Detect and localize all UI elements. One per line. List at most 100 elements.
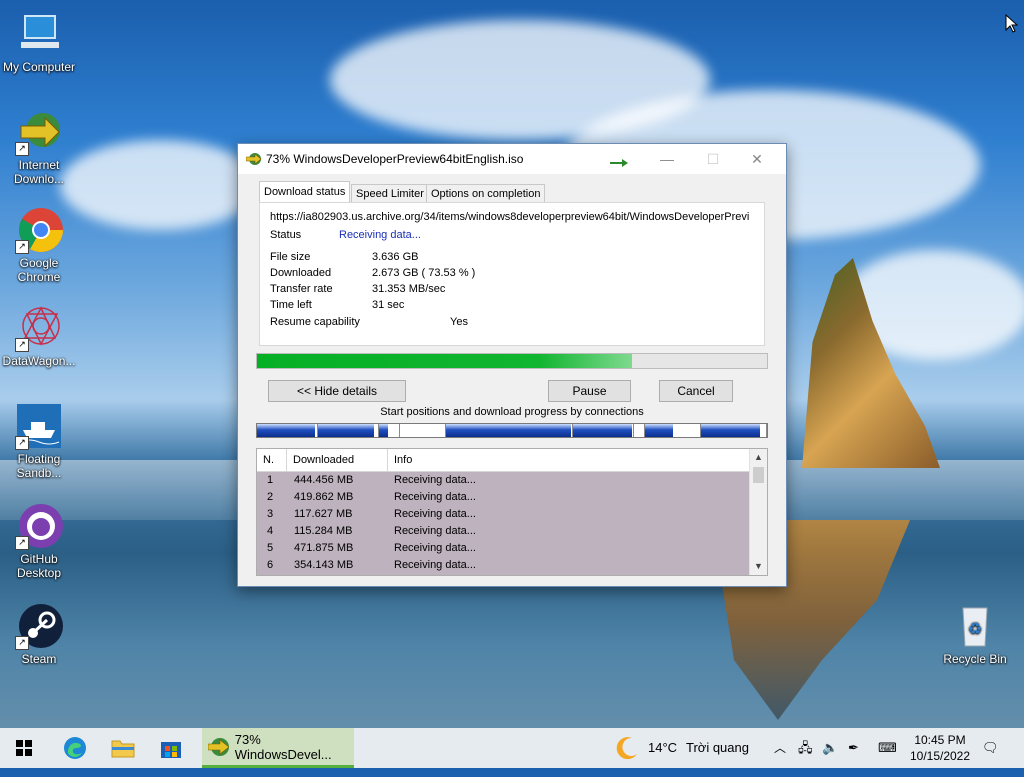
idm-icon [246,153,262,165]
chrome-icon: ↗ [15,206,63,254]
ship-icon: ↗ [15,402,63,450]
taskbar-edge[interactable] [52,728,98,768]
time-left-value: 31 sec [372,299,405,311]
row-number: 4 [267,525,274,537]
title-bar[interactable]: 73% WindowsDeveloperPreview64bitEnglish.… [238,144,786,174]
taskbar: 73% WindowsDevel... 14°C Trời quang ︿ 🖧 … [0,728,1024,768]
download-progress-fill [257,354,632,368]
show-hidden-icons-chevron-icon[interactable]: ︿ [774,728,786,768]
cancel-button[interactable]: Cancel [659,380,733,402]
connection-segment-divider [765,424,767,437]
network-icon[interactable]: 🖧 [798,728,813,768]
volume-icon[interactable]: 🔈 [822,728,838,768]
pause-button[interactable]: Pause [548,380,631,402]
connection-segment [318,424,380,437]
row-info: Receiving data... [394,491,476,503]
edge-icon [64,737,86,759]
shortcut-arrow-icon: ↗ [15,338,29,352]
tab-speed-limiter[interactable]: Speed Limiter [351,184,429,203]
table-scrollbar[interactable]: ▲ ▼ [749,449,767,575]
taskbar-file-explorer[interactable] [100,728,146,768]
table-body: 1 444.456 MB Receiving data... 2 419.862… [257,472,749,575]
weather-temperature[interactable]: 14°C [648,728,677,768]
row-info: Receiving data... [394,508,476,520]
download-progress-dialog: 73% WindowsDeveloperPreview64bitEnglish.… [237,143,787,587]
connections-caption: Start positions and download progress by… [380,406,644,418]
table-row[interactable]: 6 354.143 MB Receiving data... [257,557,749,574]
transfer-rate-value: 31.353 MB/sec [372,283,446,295]
connection-segment [573,424,635,437]
weather-moon-icon[interactable] [614,728,644,768]
resume-capability-label: Resume capability [270,316,360,328]
github-icon: ↗ [15,502,63,550]
clock-time: 10:45 PM [914,733,966,747]
desktop-icon-datawagon[interactable]: ↗ DataWagon... [1,304,77,368]
arrow-right-icon [610,159,628,167]
row-number: 1 [267,474,274,486]
desktop-icon-internet-download-manager[interactable]: ↗ Internet Downlo... [1,108,77,186]
mouse-cursor-icon [1005,14,1019,33]
close-button[interactable]: ✕ [734,144,780,174]
row-downloaded: 444.456 MB [294,474,354,486]
connection-segment-progress [573,424,632,437]
taskbar-store[interactable] [148,728,194,768]
table-row[interactable]: 5 471.875 MB Receiving data... [257,540,749,557]
row-number: 5 [267,542,274,554]
table-row[interactable]: 3 117.627 MB Receiving data... [257,506,749,523]
connection-segment [400,424,446,437]
row-info: Receiving data... [394,542,476,554]
table-row[interactable]: 4 115.284 MB Receiving data... [257,523,749,540]
desktop-icon-google-chrome[interactable]: ↗ Google Chrome [1,206,77,284]
idm-icon: ↗ [15,108,63,156]
clock[interactable]: 10:45 PM 10/15/2022 [908,728,972,772]
row-number: 2 [267,491,274,503]
start-button[interactable] [0,728,48,768]
tab-download-status[interactable]: Download status [259,181,351,203]
svg-text:♻: ♻ [968,621,982,638]
desktop-icon-recycle-bin[interactable]: ♻ Recycle Bin [937,602,1013,666]
pen-icon[interactable]: ✒ [848,728,859,768]
column-header-downloaded[interactable]: Downloaded [287,449,388,471]
download-status-panel: https://ia802903.us.archive.org/34/items… [259,202,765,346]
table-row[interactable]: 1 444.456 MB Receiving data... [257,472,749,489]
column-header-info[interactable]: Info [388,449,750,471]
taskbar-window-label: 73% WindowsDevel... [234,731,332,762]
steam-icon: ↗ [15,602,63,650]
row-downloaded: 115.284 MB [294,525,353,537]
connection-segment [634,424,645,437]
connection-segment [445,424,574,437]
desktop-icon-github-desktop[interactable]: ↗ GitHub Desktop [1,502,77,580]
taskbar-idm-window[interactable]: 73% WindowsDevel... [202,728,354,768]
folder-icon [111,740,135,758]
row-downloaded: 117.627 MB [294,508,353,520]
weather-condition[interactable]: Trời quang [686,728,749,768]
notification-icon[interactable]: 🗨 [982,728,999,768]
shortcut-arrow-icon: ↗ [15,436,29,450]
file-size-value: 3.636 GB [372,251,419,263]
connections-table: N. Downloaded Info 1 444.456 MB Receivin… [256,448,768,576]
connection-segment-progress [445,424,571,437]
clock-date: 10/15/2022 [909,749,971,763]
scroll-thumb[interactable] [753,467,764,483]
scroll-down-icon[interactable]: ▼ [750,558,767,575]
column-header-number[interactable]: N. [257,449,287,471]
tab-options-on-completion[interactable]: Options on completion [426,184,546,203]
keyboard-icon[interactable]: ⌨ [878,728,897,768]
shortcut-arrow-icon: ↗ [15,142,29,156]
status-value: Receiving data... [339,229,421,241]
table-row[interactable]: 2 419.862 MB Receiving data... [257,489,749,506]
downloaded-value: 2.673 GB ( 73.53 % ) [372,267,476,279]
status-label: Status [270,229,302,241]
scroll-up-icon[interactable]: ▲ [750,449,767,466]
connection-segment [644,424,701,437]
hide-details-button[interactable]: << Hide details [268,380,406,402]
minimize-button[interactable]: — [644,144,690,174]
desktop-icon-my-computer[interactable]: My Computer [1,10,77,74]
store-icon [161,742,181,758]
desktop-icon-steam[interactable]: ↗ Steam [1,602,77,666]
connection-segment [700,424,767,437]
desktop-icon-floating-sandbox[interactable]: ↗ Floating Sandb... [1,402,77,480]
row-downloaded: 471.875 MB [294,542,354,554]
transfer-rate-label: Transfer rate [270,283,333,295]
connection-segment-progress [644,424,673,437]
